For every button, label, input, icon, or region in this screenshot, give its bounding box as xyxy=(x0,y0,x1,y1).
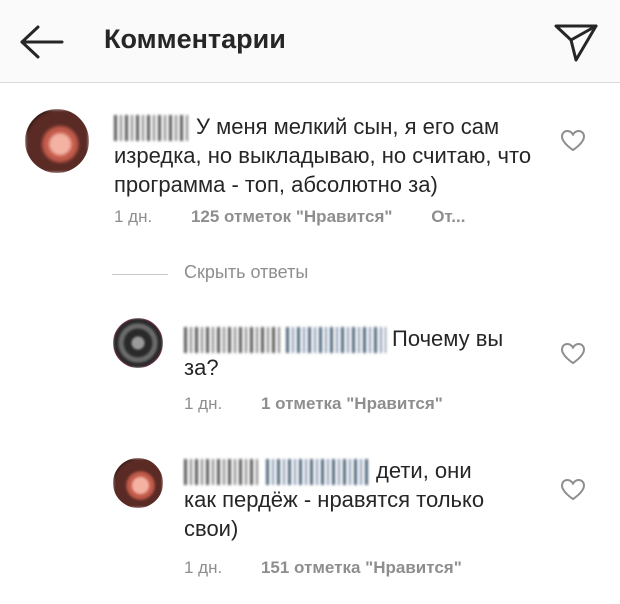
top-bar: Комментарии xyxy=(0,0,620,83)
username-blurred[interactable] xyxy=(114,115,190,142)
reply-button[interactable]: От... xyxy=(431,207,465,226)
reply-text: Почему вы за? xyxy=(184,326,504,381)
username-blurred[interactable] xyxy=(286,327,386,354)
heart-icon xyxy=(560,129,586,152)
reply-meta: 1 дн. 1 отметка "Нравится" xyxy=(184,394,443,414)
like-button[interactable] xyxy=(560,129,586,153)
likes-count[interactable]: 1 отметка "Нравится" xyxy=(261,394,443,413)
reply-time: 1 дн. xyxy=(184,558,223,577)
username-blurred[interactable] xyxy=(184,327,280,354)
likes-count[interactable]: 151 отметка "Нравится" xyxy=(261,558,462,577)
like-button[interactable] xyxy=(560,342,586,366)
username-blurred[interactable] xyxy=(266,459,370,486)
comment-text: У меня мелкий сын, я его сам изредка, но… xyxy=(114,114,532,198)
direct-send-icon xyxy=(554,24,598,62)
avatar[interactable] xyxy=(113,458,163,508)
comment-meta: 1 дн. 125 отметок "Нравится" От... xyxy=(114,207,465,227)
reply-text: дети, они как пердёж - нравятся только с… xyxy=(184,458,485,542)
heart-icon xyxy=(560,478,586,501)
like-button[interactable] xyxy=(560,478,586,502)
reply-time: 1 дн. xyxy=(184,394,223,413)
page-title: Комментарии xyxy=(104,24,286,54)
heart-icon xyxy=(560,342,586,365)
share-button[interactable] xyxy=(552,20,600,64)
back-button[interactable] xyxy=(18,22,64,62)
username-blurred[interactable] xyxy=(184,459,260,486)
hide-replies-label: Скрыть ответы xyxy=(184,262,309,282)
likes-count[interactable]: 125 отметок "Нравится" xyxy=(191,207,393,226)
reply-meta: 1 дн. 151 отметка "Нравится" xyxy=(184,558,462,578)
divider-line xyxy=(112,274,168,275)
comment-time: 1 дн. xyxy=(114,207,153,226)
avatar[interactable] xyxy=(113,318,163,368)
arrow-left-icon xyxy=(20,25,64,59)
avatar[interactable] xyxy=(25,109,89,173)
